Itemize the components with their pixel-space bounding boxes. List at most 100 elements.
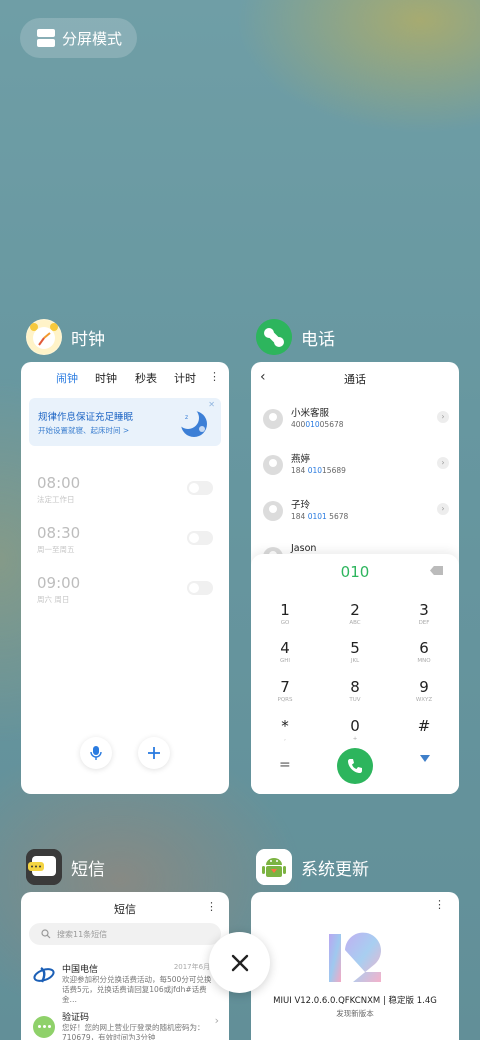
voice-button[interactable] xyxy=(80,737,112,769)
split-screen-button[interactable]: 分屏模式 xyxy=(20,18,137,58)
more-icon[interactable]: ⋮ xyxy=(206,900,217,913)
sleep-banner[interactable]: 规律作息保证充足睡眠 开始设置就寝、起床时间 > ✕ z xyxy=(29,398,221,446)
alarm-toggle[interactable] xyxy=(187,531,213,545)
alarm-toggle[interactable] xyxy=(187,581,213,595)
dial-key-1[interactable]: 1 GO xyxy=(257,601,313,626)
split-screen-icon xyxy=(37,29,55,47)
collapse-dialpad-icon[interactable] xyxy=(420,755,430,762)
plus-icon xyxy=(148,747,160,759)
dialed-number: 010 xyxy=(340,563,370,581)
banner-title: 规律作息保证充足睡眠 xyxy=(38,412,134,423)
alarm-item[interactable]: 08:30 周一至周五 xyxy=(37,524,80,555)
clear-all-button[interactable] xyxy=(209,932,270,993)
dial-key-star[interactable]: *, xyxy=(257,717,313,742)
app-name: 电话 xyxy=(301,329,335,350)
contact-row[interactable]: 子玲 184 0101 5678 › xyxy=(263,497,451,527)
dial-key-5[interactable]: 5 JKL xyxy=(327,639,383,664)
contact-name: Jason xyxy=(291,543,317,554)
close-icon xyxy=(231,954,248,971)
phone-app-card[interactable]: ‹ 通话 小米客服 40001005678 › 燕婷 184 01015689 … xyxy=(251,362,459,794)
contact-row[interactable]: 燕婷 184 01015689 › xyxy=(263,451,451,481)
moon-icon: z xyxy=(177,407,207,437)
contact-name: 燕婷 xyxy=(291,454,311,465)
sms-app-card[interactable]: 短信 ⋮ 搜索11条短信 中国电信 2017年6月30 欢迎参加积分兑换话费活动… xyxy=(21,892,229,1040)
chevron-right-icon[interactable]: › xyxy=(437,411,449,423)
app-name: 短信 xyxy=(71,859,105,880)
clock-tabs: 闹钟 时钟 秒表 计时 ⋮ xyxy=(21,370,229,386)
china-telecom-icon xyxy=(33,967,55,983)
dial-key-9[interactable]: 9 WXYZ xyxy=(396,678,452,703)
dial-key-6[interactable]: 6 MNO xyxy=(396,639,452,664)
tab-stopwatch[interactable]: 秒表 xyxy=(135,370,157,386)
dial-key-7[interactable]: 7 PQRS xyxy=(257,678,313,703)
clock-app-card[interactable]: 闹钟 时钟 秒表 计时 ⋮ 规律作息保证充足睡眠 开始设置就寝、起床时间 > ✕… xyxy=(21,362,229,794)
app-header-update[interactable]: 系统更新 xyxy=(256,849,369,885)
avatar-icon xyxy=(263,501,283,521)
dialpad: 010 1 GO 2 ABC 3 DEF 4 GHI 5 JKL 6 MNO 7 PQRS 8… xyxy=(251,554,459,794)
more-icon[interactable]: ⋮ xyxy=(434,898,445,911)
message-item[interactable]: 中国电信 2017年6月30 欢迎参加积分兑换话费活动，每500分可兑换话费5元… xyxy=(33,962,221,1004)
contact-row[interactable]: 小米客服 40001005678 › xyxy=(263,405,451,435)
dial-key-3[interactable]: 3 DEF xyxy=(396,601,452,626)
phone-title: 通话 xyxy=(344,373,366,386)
more-icon[interactable]: ⋮ xyxy=(209,370,220,383)
app-name: 系统更新 xyxy=(301,859,369,880)
update-subtitle: 发现新版本 xyxy=(336,1009,374,1018)
alarm-time: 09:00 xyxy=(37,574,81,592)
app-header-phone[interactable]: 电话 xyxy=(256,319,335,355)
chevron-right-icon[interactable]: › xyxy=(437,457,449,469)
handset-icon xyxy=(348,759,362,773)
contact-number: 40001005678 xyxy=(291,420,344,429)
tab-clock[interactable]: 时钟 xyxy=(95,370,117,386)
contact-number: 184 01015689 xyxy=(291,466,346,475)
search-input[interactable]: 搜索11条短信 xyxy=(29,923,221,945)
dial-key-hash[interactable]: # xyxy=(396,717,452,736)
update-app-card[interactable]: ⋮ MIUI V12.0.6.0.QFKCNXM | 稳定版 1.4G 发现新版… xyxy=(251,892,459,1040)
message-preview: 欢迎参加积分兑换话费活动，每500分可兑换话费5元，兑换话费请回复106或jfd… xyxy=(62,975,212,1004)
message-item[interactable]: 验证码 › 您好！您的网上营业厅登录的随机密码为：710679，有效时间为3分钟 xyxy=(33,1010,221,1040)
tab-timer[interactable]: 计时 xyxy=(174,370,196,386)
contact-name: 小米客服 xyxy=(291,408,330,419)
dial-key-4[interactable]: 4 GHI xyxy=(257,639,313,664)
alarm-item[interactable]: 08:00 法定工作日 xyxy=(37,474,80,505)
search-placeholder: 搜索11条短信 xyxy=(57,930,108,939)
avatar-icon xyxy=(263,455,283,475)
alarm-time: 08:30 xyxy=(37,524,81,542)
svg-text:z: z xyxy=(185,414,188,421)
app-name: 时钟 xyxy=(71,329,105,350)
verification-avatar-icon xyxy=(33,1016,55,1038)
search-icon xyxy=(41,929,51,939)
contact-number: 184 0101 5678 xyxy=(291,512,349,521)
menu-equals-icon[interactable]: = xyxy=(279,757,291,773)
add-alarm-button[interactable] xyxy=(138,737,170,769)
dial-key-8[interactable]: 8 TUV xyxy=(327,678,383,703)
dial-key-2[interactable]: 2 ABC xyxy=(327,601,383,626)
phone-icon xyxy=(256,319,292,355)
alarm-toggle[interactable] xyxy=(187,481,213,495)
app-header-clock[interactable]: 时钟 xyxy=(26,319,105,355)
avatar-icon xyxy=(263,409,283,429)
tab-alarm[interactable]: 闹钟 xyxy=(56,370,78,386)
message-sender: 中国电信 xyxy=(62,965,99,975)
sms-title: 短信 xyxy=(114,903,136,916)
dial-key-0[interactable]: 0 + xyxy=(327,717,383,742)
update-version: MIUI V12.0.6.0.QFKCNXM | 稳定版 1.4G xyxy=(273,996,437,1006)
banner-subtitle: 开始设置就寝、起床时间 > xyxy=(38,426,130,435)
call-button[interactable] xyxy=(337,748,373,784)
alarm-time: 08:00 xyxy=(37,474,81,492)
alarm-label: 周一至周五 xyxy=(37,545,75,554)
messages-icon xyxy=(26,849,62,885)
alarm-item[interactable]: 09:00 周六 周日 xyxy=(37,574,80,605)
miui-12-logo xyxy=(329,932,381,982)
app-header-sms[interactable]: 短信 xyxy=(26,849,105,885)
chevron-right-icon[interactable]: › xyxy=(215,1014,219,1027)
alarm-label: 周六 周日 xyxy=(37,595,70,604)
chevron-right-icon[interactable]: › xyxy=(437,503,449,515)
message-sender: 验证码 xyxy=(62,1013,90,1023)
clock-icon xyxy=(26,319,62,355)
microphone-icon xyxy=(90,746,102,760)
alarm-label: 法定工作日 xyxy=(37,495,75,504)
split-screen-label: 分屏模式 xyxy=(62,29,123,48)
message-preview: 您好！您的网上营业厅登录的随机密码为：710679，有效时间为3分钟 xyxy=(62,1023,205,1040)
contact-name: 子玲 xyxy=(291,500,311,511)
